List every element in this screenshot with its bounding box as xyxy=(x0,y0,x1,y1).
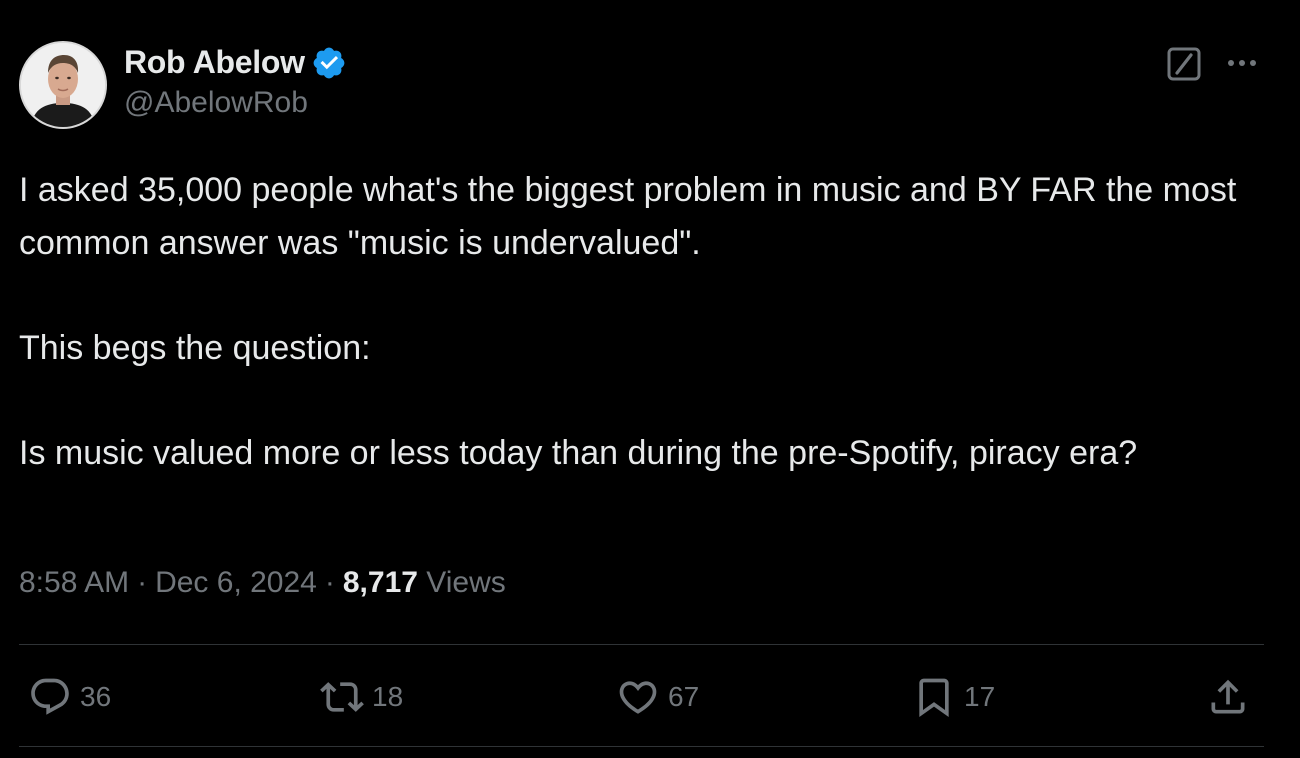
author-name[interactable]: Rob Abelow xyxy=(124,44,305,81)
author-handle[interactable]: @AbelowRob xyxy=(124,86,308,120)
repost-button[interactable]: 18 xyxy=(320,674,403,720)
bookmark-count: 17 xyxy=(964,681,996,712)
tweet-paragraph: I asked 35,000 people what's the biggest… xyxy=(19,171,1237,262)
views-count[interactable]: 8,717 xyxy=(343,566,418,599)
divider xyxy=(19,746,1264,747)
heart-icon xyxy=(619,681,657,714)
tweet-paragraph: This begs the question: xyxy=(19,328,371,367)
tweet-date[interactable]: Dec 6, 2024 xyxy=(155,566,317,599)
repost-icon xyxy=(320,682,364,712)
grok-icon[interactable] xyxy=(1166,46,1202,82)
reply-button[interactable]: 36 xyxy=(28,674,111,720)
reply-count: 36 xyxy=(80,681,112,712)
avatar-image xyxy=(21,43,105,127)
share-icon xyxy=(1211,679,1245,714)
meta-separator: · xyxy=(324,566,335,599)
tweet-text: I asked 35,000 people what's the biggest… xyxy=(19,164,1269,479)
meta-separator: · xyxy=(137,566,148,599)
bookmark-button[interactable]: 17 xyxy=(912,674,995,720)
divider xyxy=(19,644,1264,645)
verified-badge-icon[interactable] xyxy=(311,45,347,81)
more-icon[interactable] xyxy=(1224,48,1260,78)
tweet-meta: 8:58 AM · Dec 6, 2024 · 8,717 Views xyxy=(19,566,506,600)
bookmark-icon xyxy=(919,678,949,718)
share-button[interactable] xyxy=(1206,674,1250,720)
tweet-time[interactable]: 8:58 AM xyxy=(19,566,129,599)
avatar[interactable] xyxy=(19,41,107,129)
like-button[interactable]: 67 xyxy=(616,674,699,720)
reply-icon xyxy=(31,678,69,715)
like-count: 67 xyxy=(668,681,700,712)
repost-count: 18 xyxy=(372,681,404,712)
author-row: Rob Abelow xyxy=(124,42,347,82)
tweet-card: Rob Abelow @AbelowRob I asked 35,000 peo… xyxy=(0,0,1300,758)
tweet-paragraph: Is music valued more or less today than … xyxy=(19,433,1138,472)
views-label[interactable]: Views xyxy=(426,566,505,599)
